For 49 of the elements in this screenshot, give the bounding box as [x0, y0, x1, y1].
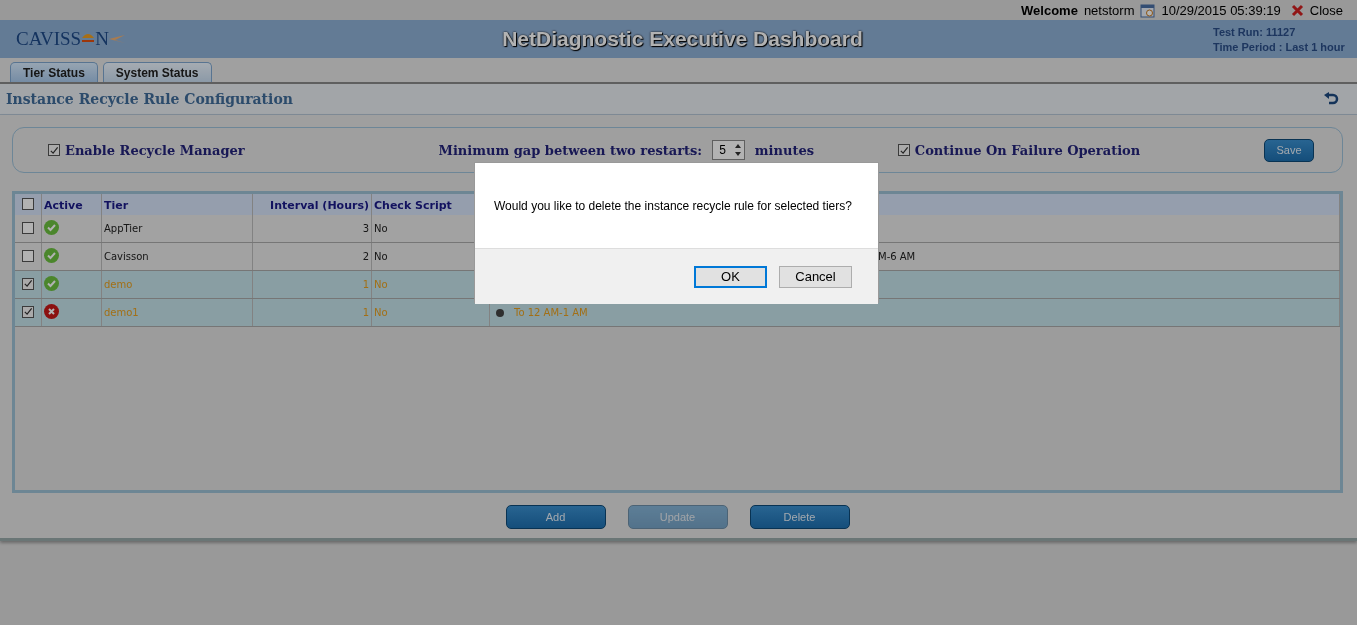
table-cell: To 12 AM-1 AM: [514, 307, 588, 318]
column-header: Interval (Hours): [252, 194, 372, 215]
action-button[interactable]: Delete: [749, 505, 850, 529]
radio-dot-icon: [496, 308, 504, 317]
table-cell: 1: [252, 298, 372, 327]
close-link[interactable]: Close: [1290, 2, 1343, 18]
undo-icon[interactable]: [1323, 92, 1339, 106]
dashboard-title: NetDiagnostic Executive Dashboard: [502, 27, 863, 51]
ok-button[interactable]: OK: [694, 265, 767, 288]
table-cell: M-6 AM: [878, 251, 916, 262]
gap-spinner[interactable]: 5: [712, 140, 745, 160]
close-icon: [1290, 3, 1304, 17]
action-button[interactable]: Add: [505, 505, 606, 529]
cancel-button[interactable]: Cancel: [779, 265, 852, 288]
checkbox[interactable]: [22, 249, 34, 262]
date-time: 10/29/2015 05:39:19: [1161, 2, 1281, 18]
gap-label: Minimum gap between two restarts:: [438, 142, 703, 158]
test-run: Test Run: 11127: [1213, 25, 1296, 38]
logo-text: N: [95, 28, 109, 50]
table-cell: No: [371, 298, 490, 327]
table-cell: Cavisson: [101, 242, 253, 271]
checkbox[interactable]: [48, 144, 60, 156]
checkbox[interactable]: [22, 277, 34, 290]
table-cell: demo: [101, 270, 253, 299]
table-cell: 1: [252, 270, 372, 299]
tab[interactable]: System Status: [102, 62, 212, 82]
sun-icon: [81, 33, 96, 45]
table-cell: demo1: [101, 298, 253, 327]
section-title: Instance Recycle Rule Configuration: [6, 91, 293, 107]
welcome-label: Welcome: [1021, 2, 1078, 18]
minutes-label: minutes: [754, 142, 815, 158]
time-period: Time Period : Last 1 hour: [1213, 40, 1345, 53]
table-cell: 3: [252, 215, 372, 243]
checkbox[interactable]: [897, 144, 910, 156]
tab[interactable]: Tier Status: [10, 62, 98, 82]
logo-text: CAVISS: [16, 28, 82, 50]
checkbox[interactable]: [22, 221, 34, 234]
swoosh-icon: [108, 34, 125, 44]
table-cell: AppTier: [101, 215, 253, 243]
enable-checkbox[interactable]: Enable Recycle Manager: [48, 142, 245, 158]
user-name: netstorm: [1083, 2, 1135, 18]
calendar-clock-icon: [1140, 2, 1156, 18]
column-header: Tier: [101, 194, 253, 215]
checkbox[interactable]: [22, 305, 34, 318]
checkbox[interactable]: [22, 198, 34, 210]
continue-checkbox[interactable]: Continue On Failure Operation: [897, 142, 1141, 158]
column-header: Active: [41, 194, 102, 215]
save-button[interactable]: Save: [1264, 138, 1314, 162]
table-cell: 2: [252, 242, 372, 271]
